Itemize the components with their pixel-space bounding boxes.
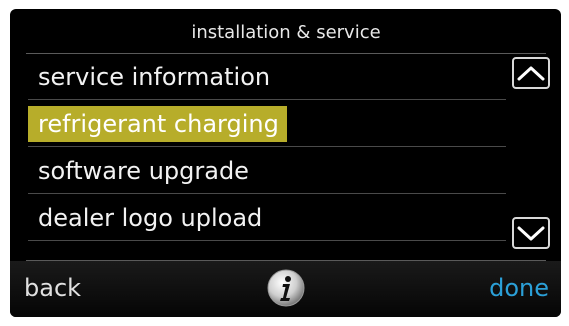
- chevron-down-icon: [517, 226, 545, 241]
- page-title: installation & service: [26, 15, 546, 54]
- menu-item-dealer-logo-upload[interactable]: dealer logo upload: [28, 196, 506, 241]
- menu-item-refrigerant-charging[interactable]: refrigerant charging: [28, 102, 506, 147]
- scroll-down-button[interactable]: [512, 217, 550, 249]
- menu-item-label: service information: [38, 63, 271, 91]
- menu-item-label: software upgrade: [38, 157, 249, 185]
- menu-item-label: dealer logo upload: [38, 204, 263, 232]
- bottom-bar: back done: [10, 261, 561, 317]
- chevron-up-icon: [517, 66, 545, 81]
- info-icon: [267, 269, 305, 307]
- back-button[interactable]: back: [24, 273, 81, 303]
- menu-item-service-information[interactable]: service information: [28, 55, 506, 100]
- thermostat-bezel: installation & service service informati…: [0, 0, 569, 326]
- scroll-up-button[interactable]: [512, 57, 550, 89]
- touch-screen: installation & service service informati…: [10, 9, 561, 317]
- menu-item-software-upgrade[interactable]: software upgrade: [28, 149, 506, 194]
- menu-item-label: refrigerant charging: [28, 106, 287, 142]
- done-button[interactable]: done: [489, 273, 549, 303]
- info-button[interactable]: [266, 268, 306, 308]
